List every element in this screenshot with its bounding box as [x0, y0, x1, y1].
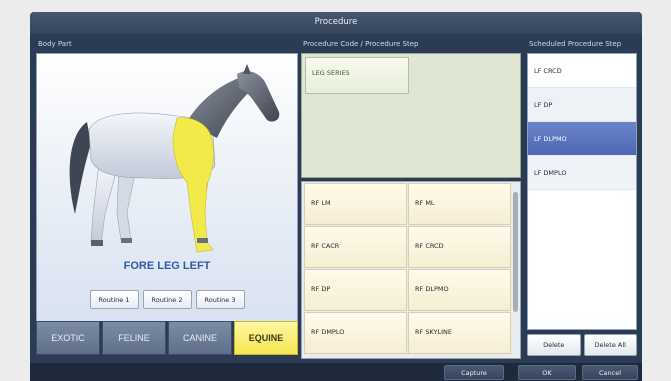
- routine-1-button[interactable]: Routine 1: [89, 290, 139, 309]
- tab-exotic[interactable]: EXOTIC: [36, 321, 100, 355]
- dialog-title: Procedure: [30, 12, 642, 34]
- horse-tail: [69, 122, 91, 214]
- step-item[interactable]: RF SKYLINE: [408, 312, 511, 354]
- horse-ear: [243, 64, 251, 74]
- procedure-step-grid: RF LM RF ML RF CACR RF CRCD RF DP RF DLP…: [304, 183, 511, 354]
- step-item[interactable]: RF DLPMO: [408, 269, 511, 311]
- capture-button[interactable]: Capture: [444, 365, 504, 380]
- horse-anatomy-diagram: [69, 64, 280, 253]
- tab-feline[interactable]: FELINE: [102, 321, 166, 355]
- step-item[interactable]: RF CRCD: [408, 226, 511, 268]
- procedure-series-panel: LEG SERIES: [301, 53, 521, 178]
- procedure-dialog: Procedure Body Part Procedure Code / Pro…: [30, 12, 642, 381]
- hoof-hind-right: [121, 238, 132, 243]
- step-item[interactable]: RF ML: [408, 183, 511, 225]
- routine-3-button[interactable]: Routine 3: [195, 290, 245, 309]
- routine-buttons: Routine 1 Routine 2 Routine 3: [37, 290, 297, 309]
- scheduled-step-label: Scheduled Procedure Step: [529, 40, 622, 48]
- hoof-hind: [91, 240, 103, 246]
- scheduled-step-list: LF CRCD LF DP LF DLPMO LF DMPLO: [527, 53, 637, 330]
- scheduled-actions: Delete Delete All: [527, 334, 637, 356]
- species-tab-bar: EXOTIC FELINE CANINE EQUINE: [36, 321, 298, 359]
- ok-button[interactable]: OK: [518, 365, 576, 380]
- horse-hind-leg-left: [90, 163, 116, 245]
- step-item[interactable]: RF CACR: [304, 226, 407, 268]
- scheduled-item-selected[interactable]: LF DLPMO: [528, 122, 636, 156]
- body-part-label: Body Part: [38, 40, 72, 48]
- scheduled-item[interactable]: LF DMPLO: [528, 156, 636, 190]
- step-item[interactable]: RF LM: [304, 183, 407, 225]
- selected-body-part-name: FORE LEG LEFT: [123, 260, 211, 272]
- procedure-step-list: RF LM RF ML RF CACR RF CRCD RF DP RF DLP…: [301, 181, 521, 359]
- tab-equine[interactable]: EQUINE: [234, 321, 298, 355]
- delete-all-button[interactable]: Delete All: [583, 334, 637, 356]
- delete-button[interactable]: Delete: [527, 334, 581, 356]
- hoof-fore-right: [197, 238, 208, 243]
- dialog-footer: Capture OK Cancel: [30, 363, 642, 381]
- routine-2-button[interactable]: Routine 2: [142, 290, 192, 309]
- body-part-panel: FORE LEG LEFT Routine 1 Routine 2 Routin…: [36, 53, 298, 359]
- tab-canine[interactable]: CANINE: [168, 321, 232, 355]
- series-item-leg-series[interactable]: LEG SERIES: [305, 57, 409, 94]
- cancel-button[interactable]: Cancel: [582, 365, 638, 380]
- scheduled-item[interactable]: LF CRCD: [528, 54, 636, 88]
- step-item[interactable]: RF DP: [304, 269, 407, 311]
- scrollbar-thumb[interactable]: [513, 192, 518, 312]
- scheduled-item[interactable]: LF DP: [528, 88, 636, 122]
- step-list-scrollbar[interactable]: [510, 182, 520, 358]
- procedure-code-label: Procedure Code / Procedure Step: [303, 40, 419, 48]
- step-item[interactable]: RF DMPLO: [304, 312, 407, 354]
